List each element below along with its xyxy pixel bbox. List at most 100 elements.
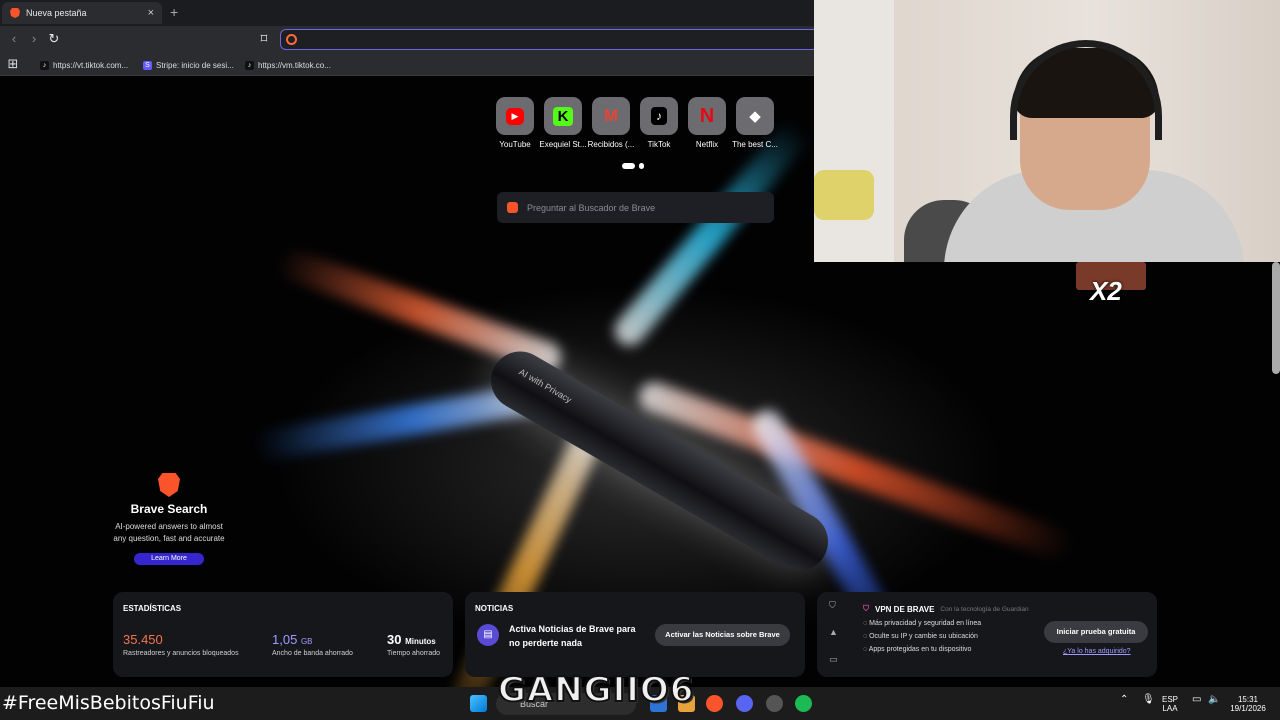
shield-icon[interactable]: ⛉ xyxy=(829,600,841,627)
chat-bubble-icon: ◆ xyxy=(736,97,774,135)
already-purchased-link[interactable]: ¿Ya lo has adquirido? xyxy=(1063,648,1131,655)
vpn-card: ⛉ ▲ ▭ ⛉ VPN DE BRAVE Con la tecnología d… xyxy=(817,592,1157,677)
shortcut-label: The best C... xyxy=(732,140,778,149)
news-text: Activa Noticias de Brave para no perdert… xyxy=(509,624,636,648)
background-door xyxy=(814,0,894,262)
stripe-icon: S xyxy=(143,60,152,70)
search-input[interactable] xyxy=(527,202,774,213)
shortcut-label: YouTube xyxy=(499,140,531,149)
tiktok-icon: ♪ xyxy=(40,60,49,70)
brave-search-promo: Brave Search AI-powered answers to almos… xyxy=(112,473,226,565)
headset-icon xyxy=(1010,40,1162,140)
news-heading: NOTICIAS xyxy=(475,604,514,613)
url-input[interactable] xyxy=(303,32,803,47)
time-label: Tiempo ahorrado xyxy=(387,650,441,657)
tab-bar: Nueva pestaña × + xyxy=(0,0,814,26)
spotify-icon[interactable] xyxy=(795,695,812,712)
brave-lion-icon xyxy=(158,473,180,497)
bookmark-item[interactable]: S Stripe: inicio de sesi... xyxy=(143,58,234,72)
shortcut-tiktok[interactable]: ♪ TikTok xyxy=(635,97,683,149)
list-item: ◌ Oculte su IP y cambie su ubicación xyxy=(863,633,978,640)
start-trial-button[interactable]: Iniciar prueba gratuita xyxy=(1044,621,1148,643)
bookmarks-bar: ⊞ ♪ https://vt.tiktok.com... S Stripe: i… xyxy=(0,53,814,76)
network-icon[interactable]: ▭ xyxy=(1192,695,1201,705)
back-icon[interactable]: ‹ xyxy=(6,31,22,47)
shortcut-other[interactable]: ◆ The best C... xyxy=(731,97,779,149)
new-tab-button[interactable]: + xyxy=(170,4,178,20)
netflix-icon: N xyxy=(688,97,726,135)
clock-time: 15:31 xyxy=(1237,695,1259,704)
shortcut-netflix[interactable]: N Netflix xyxy=(683,97,731,149)
bookmark-label: Stripe: inicio de sesi... xyxy=(156,60,234,70)
volume-icon[interactable]: 🔈 xyxy=(1208,695,1220,705)
pagination-dots xyxy=(622,163,652,169)
app-icon[interactable] xyxy=(766,695,783,712)
multiplier-text: X2 xyxy=(1090,276,1122,306)
bookmark-label: https://vm.tiktok.co... xyxy=(258,60,331,70)
top-sites: ▶ YouTube K Exequiel St... M Recibidos (… xyxy=(490,97,790,157)
shortcut-youtube[interactable]: ▶ YouTube xyxy=(491,97,539,149)
time-value: 30 xyxy=(387,632,402,647)
card-switcher: ⛉ ▲ ▭ xyxy=(829,600,841,681)
background-pillow xyxy=(814,170,874,220)
news-card: NOTICIAS ▤ Activa Noticias de Brave para… xyxy=(465,592,805,677)
shortcut-gmail[interactable]: M Recibidos (... xyxy=(587,97,635,149)
page-dot-active[interactable] xyxy=(622,163,635,169)
list-item: ◌ Apps protegidas en tu dispositivo xyxy=(863,646,972,653)
tab-title: Nueva pestaña xyxy=(26,8,87,18)
chevron-up-icon[interactable]: ⌃ xyxy=(1120,695,1128,705)
activate-news-button[interactable]: Activar las Noticias sobre Brave xyxy=(655,624,790,646)
scrollbar[interactable] xyxy=(1272,262,1280,374)
microphone-icon[interactable]: 🎙 xyxy=(1142,695,1155,705)
tiktok-icon: ♪ xyxy=(640,97,678,135)
shortcut-label: Exequiel St... xyxy=(539,140,587,149)
stats-heading: ESTADÍSTICAS xyxy=(123,604,182,613)
shortcut-label: Recibidos (... xyxy=(587,140,635,149)
hero-text: AI with Privacy xyxy=(517,366,574,405)
stat-trackers: 35.450 Rastreadores y anuncios bloqueado… xyxy=(123,632,239,657)
bandwidth-unit: GB xyxy=(300,637,313,646)
toolbar: ‹ › ↻ ⌑ xyxy=(0,26,814,53)
list-item: ◌ Más privacidad y seguridad en línea xyxy=(863,620,982,627)
media-icon[interactable]: ▭ xyxy=(829,654,841,681)
shortcut-kick[interactable]: K Exequiel St... xyxy=(539,97,587,149)
vpn-header: ⛉ VPN DE BRAVE Con la tecnología de Guar… xyxy=(863,604,1029,614)
vpn-heading: VPN DE BRAVE xyxy=(875,604,935,614)
screen: Nueva pestaña × + ‹ › ↻ ⌑ ⊞ ♪ https://vt… xyxy=(0,0,1280,720)
bandwidth-label: Ancho de banda ahorrado xyxy=(272,650,353,657)
address-bar[interactable] xyxy=(280,29,814,50)
warning-icon[interactable]: ▲ xyxy=(829,627,841,654)
bookmark-icon[interactable]: ⌑ xyxy=(256,31,272,47)
promo-title: Brave Search xyxy=(130,502,208,516)
bookmark-item[interactable]: ♪ https://vm.tiktok.co... xyxy=(245,58,331,72)
youtube-icon: ▶ xyxy=(496,97,534,135)
stat-bandwidth: 1,05 GB Ancho de banda ahorrado xyxy=(272,632,353,657)
brave-search-box[interactable] xyxy=(497,192,774,223)
discord-icon[interactable] xyxy=(736,695,753,712)
tab-new-tab[interactable]: Nueva pestaña × xyxy=(2,2,162,24)
shortcut-label: TikTok xyxy=(647,140,671,149)
language-indicator[interactable]: ESP LAA xyxy=(1162,695,1178,713)
trackers-value: 35.450 xyxy=(123,632,163,647)
vpn-features: ◌ Más privacidad y seguridad en línea ◌ … xyxy=(863,620,981,659)
page-dot[interactable] xyxy=(639,163,644,169)
forward-icon[interactable]: › xyxy=(26,31,42,47)
trackers-label: Rastreadores y anuncios bloqueados xyxy=(123,650,239,657)
brave-taskbar-icon[interactable] xyxy=(706,695,723,712)
clock[interactable]: 15:31 19/1/2026 xyxy=(1228,695,1268,713)
shortcut-label: Netflix xyxy=(695,140,719,149)
bookmark-item[interactable]: ♪ https://vt.tiktok.com... xyxy=(40,58,128,72)
multiplier-badge: X2 xyxy=(1076,262,1146,306)
news-icon: ▤ xyxy=(477,624,499,646)
stat-time: 30 Minutos Tiempo ahorrado xyxy=(387,632,440,657)
brave-icon xyxy=(507,202,518,213)
reload-icon[interactable]: ↻ xyxy=(46,31,62,47)
brave-shields-icon[interactable] xyxy=(286,34,297,45)
close-icon[interactable]: × xyxy=(148,7,154,19)
apps-icon[interactable]: ⊞ xyxy=(5,56,21,72)
time-unit: Minutos xyxy=(405,637,436,646)
webcam-overlay xyxy=(814,0,1280,262)
stats-card: ESTADÍSTICAS 35.450 Rastreadores y anunc… xyxy=(113,592,453,677)
windows-start-icon[interactable] xyxy=(470,695,487,712)
learn-more-button[interactable]: Learn More xyxy=(134,553,204,565)
